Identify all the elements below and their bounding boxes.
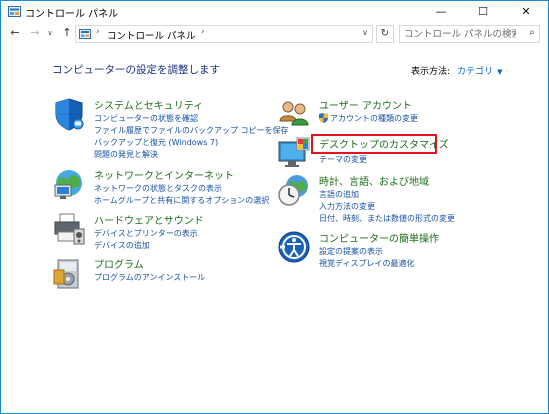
breadcrumb-control-panel[interactable]: コントロール パネル [107, 28, 196, 42]
desktop-icon[interactable] [277, 136, 311, 170]
link-add-language[interactable]: 言語の追加 [319, 189, 359, 200]
category-ease-of-access: コンピューターの簡単操作 設定の提案の表示 視覚ディスプレイの最適化 [277, 230, 517, 270]
ease-of-access-icon[interactable] [277, 230, 311, 264]
control-panel-breadcrumb-icon [79, 29, 91, 39]
link-change-theme[interactable]: テーマの変更 [319, 154, 367, 165]
view-by-label: 表示方法: [411, 67, 451, 77]
category-title-hardware-sound[interactable]: ハードウェアとサウンド [94, 212, 204, 227]
link-change-input-method[interactable]: 入力方法の変更 [319, 201, 375, 212]
breadcrumb-separator-icon[interactable]: › [96, 27, 100, 37]
network-icon[interactable] [52, 167, 86, 201]
category-hardware-sound: ハードウェアとサウンド デバイスとプリンターの表示 デバイスの追加 [52, 212, 272, 252]
forward-arrow-icon[interactable]: → [27, 25, 43, 41]
dropdown-arrow-icon[interactable]: ▼ [497, 68, 502, 76]
link-change-account-type[interactable]: アカウントの種類の変更 [330, 113, 418, 124]
address-bar[interactable]: › コントロール パネル › ∨ [75, 25, 373, 43]
control-panel-app-icon [8, 6, 21, 17]
maximize-button[interactable]: ☐ [463, 1, 503, 23]
search-icon[interactable]: ⌕ [529, 27, 535, 38]
page-heading: コンピューターの設定を調整します [52, 64, 220, 76]
category-title-ease-of-access[interactable]: コンピューターの簡単操作 [319, 230, 439, 245]
navigation-bar: ← → ∨ ↑ › コントロール パネル › ∨ ↻ ⌕ [1, 23, 548, 45]
category-title-programs[interactable]: プログラム [94, 256, 144, 271]
link-check-computer-status[interactable]: コンピューターの状態を確認 [94, 113, 198, 124]
link-settings-suggestions[interactable]: 設定の提案の表示 [319, 246, 383, 257]
link-backup-restore-win7[interactable]: バックアップと復元 (Windows 7) [94, 137, 218, 148]
link-file-history-backup[interactable]: ファイル履歴でファイルのバックアップ コピーを保存 [94, 125, 289, 136]
search-input[interactable] [404, 27, 516, 41]
link-find-fix-problems[interactable]: 問題の発見と解決 [94, 149, 158, 160]
category-clock-language-region: 時計、言語、および地域 言語の追加 入力方法の変更 日付、時刻、または数値の形式… [277, 173, 527, 225]
link-devices-printers[interactable]: デバイスとプリンターの表示 [94, 228, 198, 239]
category-user-accounts: ユーザー アカウント アカウントの種類の変更 [277, 97, 517, 127]
clock-globe-icon[interactable] [277, 173, 311, 207]
back-arrow-icon[interactable]: ← [7, 25, 23, 41]
category-network-internet: ネットワークとインターネット ネットワークの状態とタスクの表示 ホームグループと… [52, 167, 272, 207]
address-dropdown-icon[interactable]: ∨ [362, 28, 368, 37]
category-programs: プログラム プログラムのアンインストール [52, 256, 272, 292]
link-optimize-visual-display[interactable]: 視覚ディスプレイの最適化 [319, 258, 414, 269]
uac-shield-icon [319, 113, 328, 123]
category-title-clock-language-region[interactable]: 時計、言語、および地域 [319, 173, 429, 188]
users-icon[interactable] [277, 97, 311, 131]
breadcrumb-end-separator-icon[interactable]: › [201, 27, 205, 37]
category-title-user-accounts[interactable]: ユーザー アカウント [319, 97, 412, 112]
minimize-button[interactable]: — [421, 1, 461, 23]
close-button[interactable]: ✕ [506, 1, 546, 23]
link-change-date-time-number-format[interactable]: 日付、時刻、または数値の形式の変更 [319, 213, 455, 224]
category-title-network-internet[interactable]: ネットワークとインターネット [94, 167, 234, 182]
category-title-system-security[interactable]: システムとセキュリティ [94, 97, 203, 112]
view-by: 表示方法: カテゴリ ▼ [411, 64, 502, 77]
search-box[interactable]: ⌕ [399, 25, 540, 43]
printer-icon[interactable] [52, 212, 86, 246]
title-bar: コントロール パネル — ☐ ✕ [1, 1, 548, 23]
highlight-box [311, 134, 437, 154]
shield-icon[interactable] [52, 97, 86, 131]
window-title: コントロール パネル [25, 9, 119, 20]
control-panel-window: コントロール パネル — ☐ ✕ ← → ∨ ↑ › コントロール パネル › … [0, 0, 549, 414]
view-by-dropdown[interactable]: カテゴリ [457, 67, 493, 77]
programs-icon[interactable] [52, 256, 86, 290]
refresh-button[interactable]: ↻ [376, 25, 394, 43]
link-uninstall-program[interactable]: プログラムのアンインストール [94, 272, 205, 283]
link-homegroup-sharing[interactable]: ホームグループと共有に関するオプションの選択 [94, 195, 269, 206]
link-network-status-tasks[interactable]: ネットワークの状態とタスクの表示 [94, 183, 222, 194]
recent-locations-chevron-icon[interactable]: ∨ [45, 25, 55, 41]
category-system-security: システムとセキュリティ コンピューターの状態を確認 ファイル履歴でファイルのバッ… [52, 97, 289, 161]
link-add-device[interactable]: デバイスの追加 [94, 240, 150, 251]
up-arrow-icon[interactable]: ↑ [59, 25, 75, 41]
